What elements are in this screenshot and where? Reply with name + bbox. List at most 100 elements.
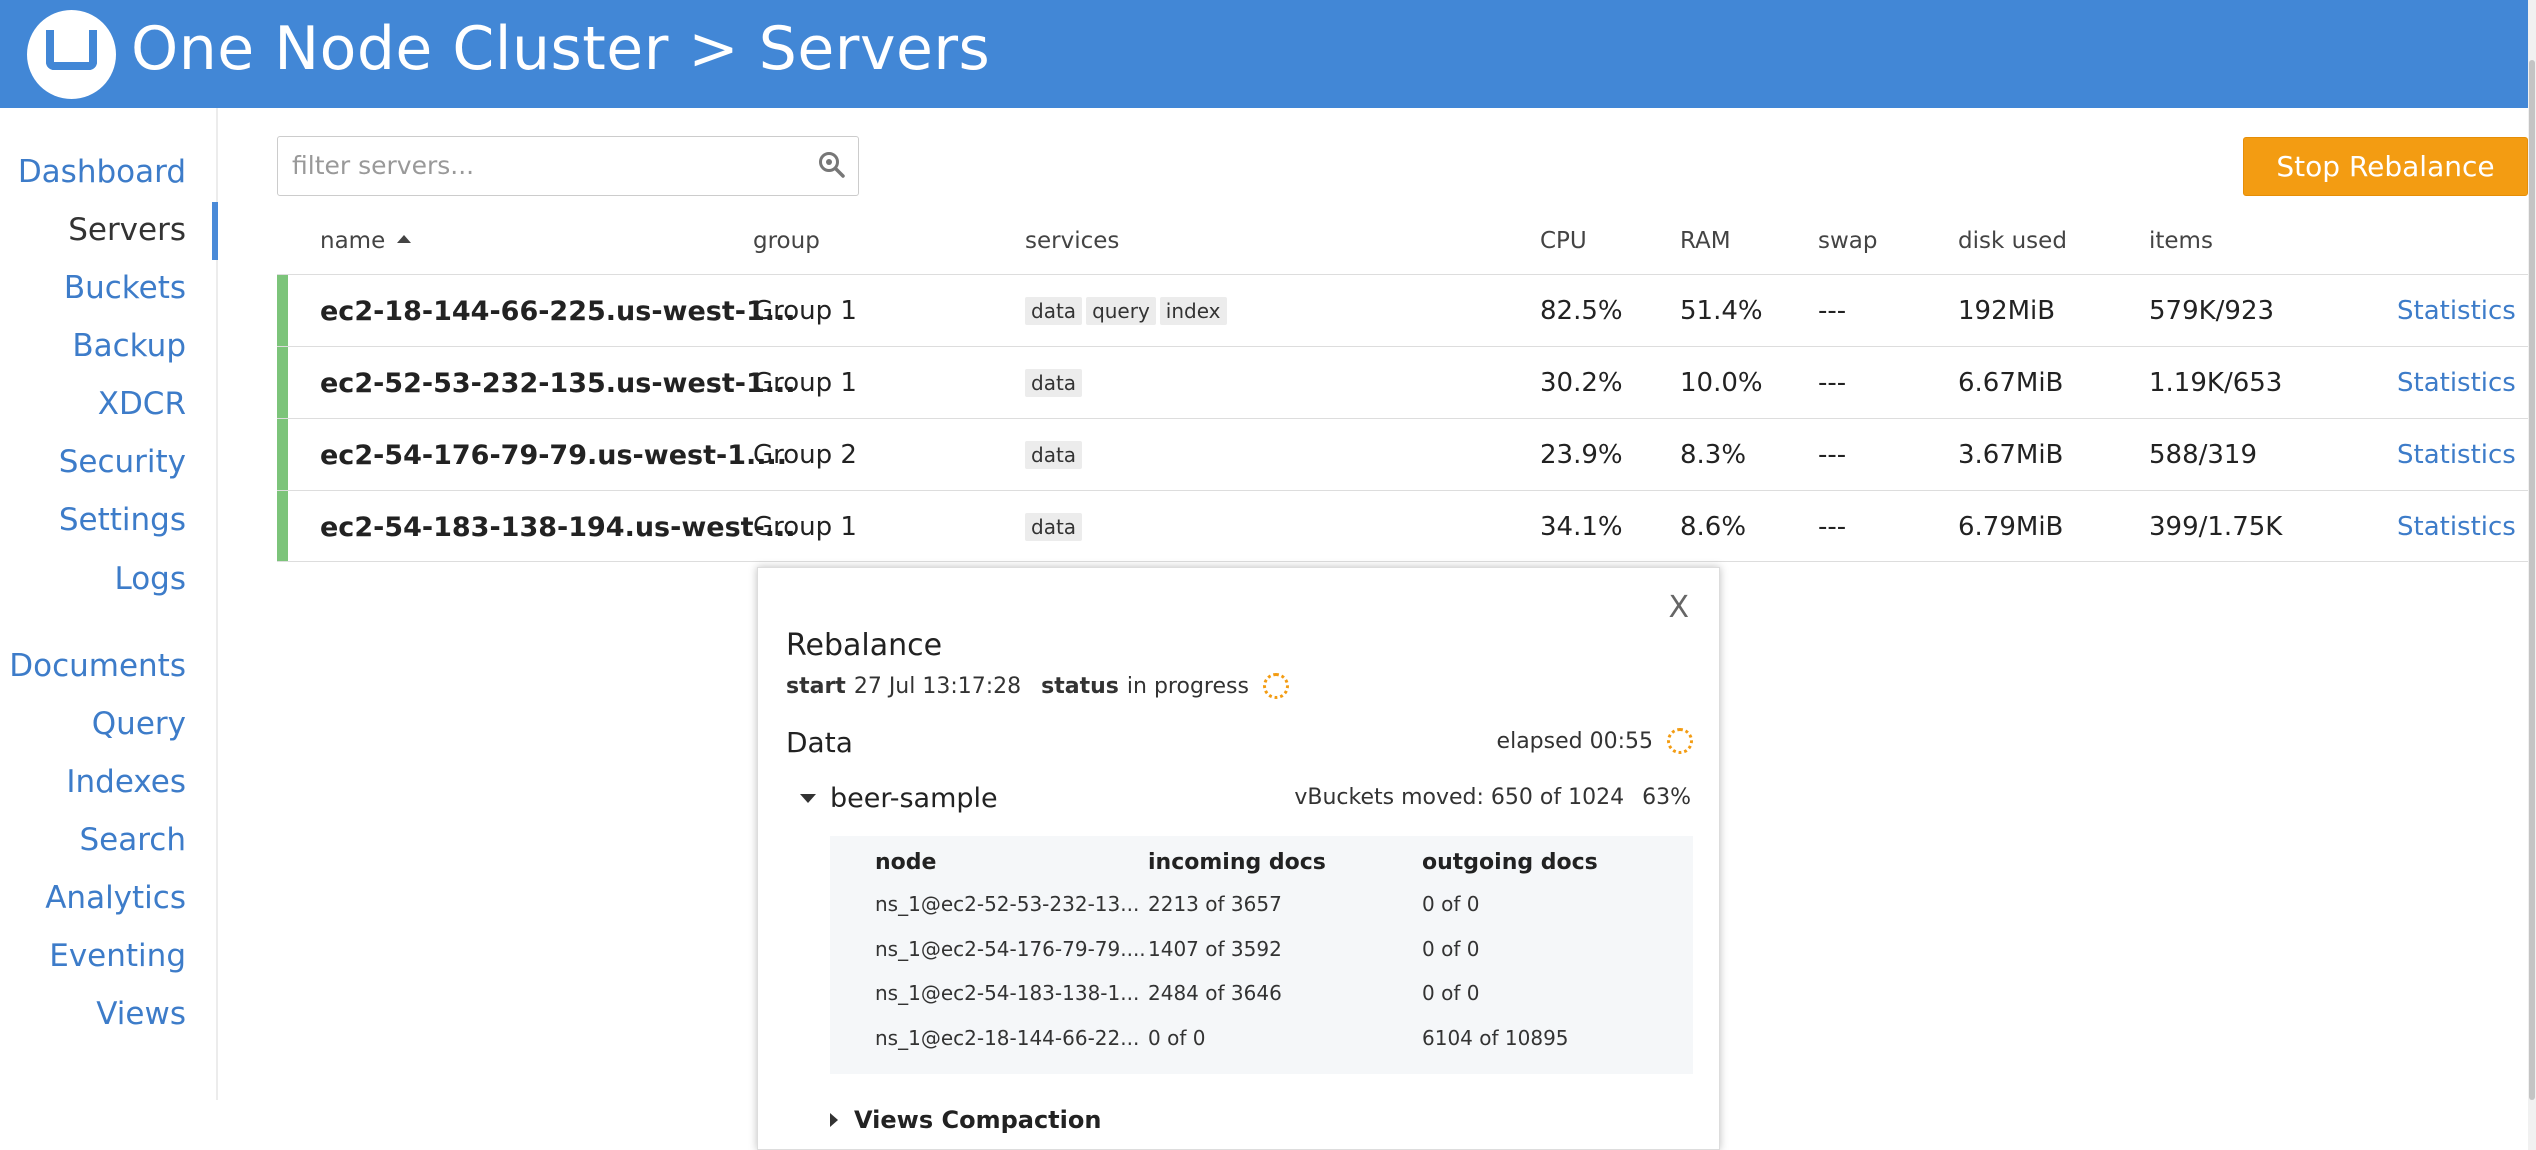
statistics-link[interactable]: Statistics xyxy=(2397,491,2516,563)
server-swap: --- xyxy=(1818,368,1847,398)
server-row[interactable]: ec2-54-176-79-79.us-west-1.... Group 2 d… xyxy=(277,418,2528,490)
server-group: Group 2 xyxy=(753,440,857,470)
server-disk-used: 6.67MiB xyxy=(1958,368,2064,398)
node-name: ns_1@ec2-54-183-138-1... xyxy=(875,981,1140,1005)
sidebar-item-dashboard[interactable]: Dashboard xyxy=(18,154,186,190)
column-header-name[interactable]: name xyxy=(320,228,412,254)
column-header-ram[interactable]: RAM xyxy=(1680,228,1731,254)
statistics-link[interactable]: Statistics xyxy=(2397,275,2516,347)
loading-spinner-icon xyxy=(1262,673,1289,699)
server-swap: --- xyxy=(1818,296,1847,326)
server-status-indicator xyxy=(277,419,288,490)
status-label: status xyxy=(1041,673,1119,699)
column-header-cpu[interactable]: CPU xyxy=(1540,228,1587,254)
server-ram: 51.4% xyxy=(1680,296,1763,326)
server-row[interactable]: ec2-52-53-232-135.us-west-1... Group 1 d… xyxy=(277,346,2528,418)
sidebar-item-eventing[interactable]: Eventing xyxy=(49,938,186,974)
service-badge: index xyxy=(1159,297,1227,325)
chevron-down-icon[interactable] xyxy=(800,794,816,803)
stop-rebalance-button[interactable]: Stop Rebalance xyxy=(2243,137,2528,196)
server-name[interactable]: ec2-52-53-232-135.us-west-1... xyxy=(320,347,796,419)
header-incoming-docs: incoming docs xyxy=(1148,850,1326,875)
rebalance-panel: X Rebalance start 27 Jul 13:17:28 status… xyxy=(757,567,1720,1150)
start-label: start xyxy=(786,673,846,699)
sidebar-item-logs[interactable]: Logs xyxy=(114,561,186,597)
server-items: 399/1.75K xyxy=(2149,512,2283,542)
sidebar-item-servers[interactable]: Servers xyxy=(68,212,186,248)
server-group: Group 1 xyxy=(753,512,857,542)
rebalance-meta: start 27 Jul 13:17:28 status in progress xyxy=(786,673,1289,699)
sidebar-item-xdcr[interactable]: XDCR xyxy=(98,386,186,422)
bucket-toggle[interactable]: beer-sample xyxy=(800,783,998,814)
views-compaction-toggle[interactable]: Views Compaction xyxy=(830,1106,1101,1134)
outgoing-docs: 0 of 0 xyxy=(1422,981,1480,1005)
column-header-items[interactable]: items xyxy=(2149,228,2213,254)
outgoing-docs: 0 of 0 xyxy=(1422,892,1480,916)
server-items: 579K/923 xyxy=(2149,296,2275,326)
vbuckets-moved: vBuckets moved: 650 of 1024 xyxy=(1294,785,1625,810)
column-header-services[interactable]: services xyxy=(1025,228,1119,254)
server-disk-used: 192MiB xyxy=(1958,296,2056,326)
service-badge: data xyxy=(1025,297,1083,325)
server-cpu: 82.5% xyxy=(1540,296,1623,326)
search-icon[interactable] xyxy=(818,151,846,179)
statistics-link[interactable]: Statistics xyxy=(2397,347,2516,419)
sidebar-item-buckets[interactable]: Buckets xyxy=(64,270,186,306)
server-disk-used: 6.79MiB xyxy=(1958,512,2064,542)
sidebar-item-settings[interactable]: Settings xyxy=(59,502,186,538)
page-scrollbar[interactable] xyxy=(2528,0,2536,1150)
sidebar-item-analytics[interactable]: Analytics xyxy=(45,880,186,916)
sidebar-item-views[interactable]: Views xyxy=(96,996,186,1032)
server-name[interactable]: ec2-54-176-79-79.us-west-1.... xyxy=(320,419,787,491)
header-node: node xyxy=(875,850,937,875)
service-badge: data xyxy=(1025,441,1083,469)
header-outgoing-docs: outgoing docs xyxy=(1422,850,1598,875)
server-status-indicator xyxy=(277,491,288,561)
server-swap: --- xyxy=(1818,440,1847,470)
sidebar-item-security[interactable]: Security xyxy=(59,444,186,480)
server-status-indicator xyxy=(277,347,288,418)
server-ram: 8.6% xyxy=(1680,512,1747,542)
node-name: ns_1@ec2-54-176-79-79.... xyxy=(875,937,1146,961)
sort-ascending-icon[interactable] xyxy=(397,234,412,243)
column-header-disk-used[interactable]: disk used xyxy=(1958,228,2067,254)
filter-servers-input[interactable] xyxy=(278,137,808,194)
server-row[interactable]: ec2-54-183-138-194.us-west-... Group 1 d… xyxy=(277,490,2528,562)
data-heading: Data xyxy=(786,726,853,759)
incoming-docs: 2213 of 3657 xyxy=(1148,892,1282,916)
sidebar-item-indexes[interactable]: Indexes xyxy=(66,764,186,800)
server-cpu: 23.9% xyxy=(1540,440,1623,470)
couchbase-logo-icon[interactable] xyxy=(27,10,116,99)
top-header: One Node Cluster > Servers xyxy=(0,0,2528,108)
server-services: data xyxy=(1025,491,1086,563)
server-group: Group 1 xyxy=(753,296,857,326)
filter-servers-box xyxy=(277,136,859,196)
server-name[interactable]: ec2-54-183-138-194.us-west-... xyxy=(320,491,796,563)
server-row[interactable]: ec2-18-144-66-225.us-west-1... Group 1 d… xyxy=(277,274,2528,346)
incoming-docs: 2484 of 3646 xyxy=(1148,981,1282,1005)
column-header-group[interactable]: group xyxy=(753,228,820,254)
sidebar-item-query[interactable]: Query xyxy=(92,706,186,742)
sidebar-item-backup[interactable]: Backup xyxy=(72,328,186,364)
server-items: 1.19K/653 xyxy=(2149,368,2283,398)
scrollbar-thumb[interactable] xyxy=(2529,60,2535,1100)
server-services: data query index xyxy=(1025,275,1231,347)
server-status-indicator xyxy=(277,275,288,346)
chevron-right-icon[interactable] xyxy=(830,1113,838,1127)
server-name[interactable]: ec2-18-144-66-225.us-west-1... xyxy=(320,275,796,347)
service-badge: query xyxy=(1086,297,1156,325)
server-swap: --- xyxy=(1818,512,1847,542)
node-progress-table: node incoming docs outgoing docs ns_1@ec… xyxy=(830,836,1693,1074)
elapsed-time: elapsed 00:55 xyxy=(1497,728,1693,754)
incoming-docs: 1407 of 3592 xyxy=(1148,937,1282,961)
sidebar: Dashboard Servers Buckets Backup XDCR Se… xyxy=(0,108,218,1100)
statistics-link[interactable]: Statistics xyxy=(2397,419,2516,491)
sidebar-item-documents[interactable]: Documents xyxy=(9,648,186,684)
server-services: data xyxy=(1025,347,1086,419)
close-button[interactable]: X xyxy=(1668,590,1689,625)
column-header-swap[interactable]: swap xyxy=(1818,228,1878,254)
sidebar-item-search[interactable]: Search xyxy=(79,822,186,858)
bucket-name: beer-sample xyxy=(830,783,998,814)
node-name: ns_1@ec2-18-144-66-22... xyxy=(875,1026,1140,1050)
start-value: 27 Jul 13:17:28 xyxy=(853,673,1022,699)
